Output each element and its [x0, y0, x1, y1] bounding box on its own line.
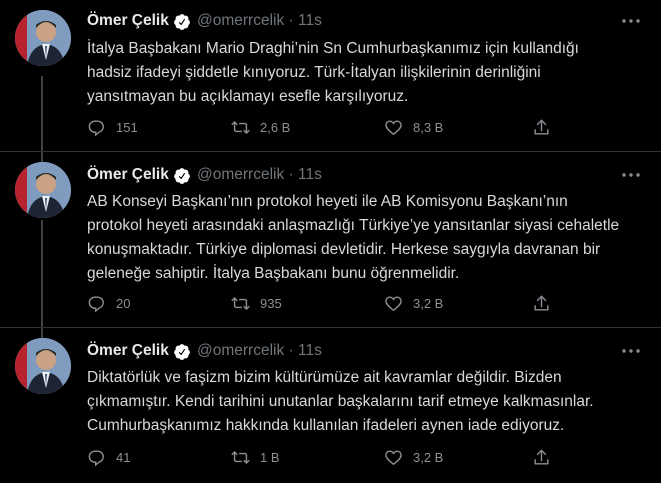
avatar[interactable] [15, 162, 71, 218]
display-name[interactable]: Ömer Çelik [87, 12, 169, 30]
reply-button[interactable]: 20 [87, 293, 130, 313]
verified-badge-icon [174, 168, 190, 184]
avatar[interactable] [15, 10, 71, 66]
timestamp[interactable]: 11s [298, 12, 322, 29]
tweet[interactable]: Ömer Çelik @omerrcelik · 11s İtalya Başb… [0, 0, 661, 152]
avatar[interactable] [15, 338, 71, 394]
avatar-image [15, 10, 71, 66]
avatar-image [15, 338, 71, 394]
timeline: Ömer Çelik @omerrcelik · 11s İtalya Başb… [0, 0, 661, 483]
tweet-text: Diktatörlük ve faşizm bizim kültürümüze … [87, 366, 647, 438]
verified-badge-icon [174, 344, 190, 360]
share-button[interactable] [532, 117, 551, 137]
reply-icon [88, 449, 104, 467]
retweet-icon [231, 450, 250, 464]
more-options-icon[interactable] [620, 16, 642, 26]
timestamp[interactable]: 11s [298, 342, 322, 359]
tweet-text-line: çıkmamıştır. Kendi tarihini unutanlar ba… [87, 393, 594, 410]
retweet-button[interactable]: 1 B [231, 447, 280, 467]
tweet-actions: 41 1 B 3,2 B [87, 447, 557, 467]
tweet-text-line: Cumhurbaşkanımız hakkında kullanılan ifa… [87, 417, 565, 434]
heart-icon [385, 119, 402, 135]
like-button[interactable]: 3,2 B [384, 293, 443, 313]
like-count: 3,2 B [413, 449, 444, 465]
tweet-text-line: İtalya Başbakanı Mario Draghi’nin Sn Cum… [87, 40, 579, 57]
share-icon [534, 449, 549, 465]
like-button[interactable]: 3,2 B [384, 447, 443, 467]
display-name[interactable]: Ömer Çelik [87, 342, 169, 360]
tweet[interactable]: Ömer Çelik @omerrcelik · 11s Diktatörlük… [0, 328, 661, 483]
handle[interactable]: @omerrcelik [197, 12, 284, 29]
reply-count: 151 [116, 119, 138, 135]
retweet-icon [231, 120, 250, 134]
heart-icon [385, 449, 402, 465]
avatar-image [15, 162, 71, 218]
tweet-text: AB Konseyi Başkanı’nın protokol heyeti i… [87, 190, 647, 286]
tweet-text-line: protokol heyeti arasındaki anlaşmazlığı … [87, 217, 620, 234]
tweet-text-line: geleneğe sahiptir. İtalya Başbakanı bunu… [87, 265, 460, 282]
more-options-icon[interactable] [620, 170, 642, 180]
reply-icon [88, 295, 104, 313]
retweet-count: 935 [260, 295, 282, 311]
timestamp[interactable]: 11s [298, 166, 322, 183]
thread-line [41, 76, 43, 152]
verified-badge-icon [174, 14, 190, 30]
retweet-button[interactable]: 2,6 B [231, 117, 290, 137]
tweet-text-line: hadsiz ifadeyi şiddetle kınıyoruz. Türk-… [87, 64, 541, 81]
tweet-text-line: konuşmaktadır. Türkiye diplomasi devleti… [87, 241, 601, 258]
retweet-button[interactable]: 935 [231, 293, 282, 313]
thread-line [41, 220, 43, 328]
reply-count: 41 [116, 449, 131, 465]
handle-and-time: @omerrcelik · 11s [197, 342, 322, 359]
reply-button[interactable]: 41 [87, 447, 130, 467]
reply-icon [88, 119, 104, 137]
retweet-count: 2,6 B [260, 119, 291, 135]
reply-button[interactable]: 151 [87, 117, 138, 137]
share-icon [534, 119, 549, 135]
handle[interactable]: @omerrcelik [197, 342, 284, 359]
tweet-text-line: yansıtmayan bu açıklamayı esefle karşılı… [87, 88, 409, 105]
reply-count: 20 [116, 295, 131, 311]
share-button[interactable] [532, 447, 551, 467]
share-button[interactable] [532, 293, 551, 313]
heart-icon [385, 295, 402, 311]
handle-and-time: @omerrcelik · 11s [197, 12, 322, 29]
share-icon [534, 295, 549, 311]
retweet-icon [231, 296, 250, 310]
tweet-text-line: Diktatörlük ve faşizm bizim kültürümüze … [87, 369, 562, 386]
more-options-icon[interactable] [620, 346, 642, 356]
tweet-actions: 20 935 3,2 B [87, 293, 557, 313]
tweet-text-line: AB Konseyi Başkanı’nın protokol heyeti i… [87, 193, 568, 210]
retweet-count: 1 B [260, 449, 280, 465]
like-button[interactable]: 8,3 B [384, 117, 443, 137]
tweet-actions: 151 2,6 B 8,3 B [87, 117, 557, 137]
display-name[interactable]: Ömer Çelik [87, 166, 169, 184]
tweet-text: İtalya Başbakanı Mario Draghi’nin Sn Cum… [87, 37, 647, 109]
handle-and-time: @omerrcelik · 11s [197, 166, 322, 183]
handle[interactable]: @omerrcelik [197, 166, 284, 183]
like-count: 3,2 B [413, 295, 444, 311]
tweet[interactable]: Ömer Çelik @omerrcelik · 11s AB Konseyi … [0, 152, 661, 328]
like-count: 8,3 B [413, 119, 444, 135]
